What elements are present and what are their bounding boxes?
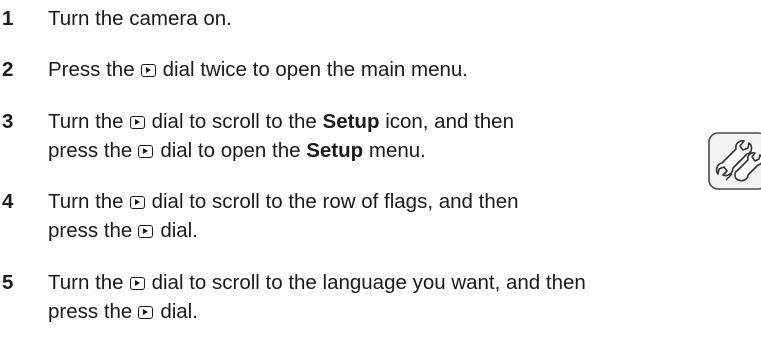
step-text-line-2: press the dial to open the Setup menu.: [0, 136, 514, 165]
step-number: 3: [2, 110, 14, 133]
step-text-line-2: press the dial.: [0, 297, 586, 326]
step-4: 4 Turn the dial to scroll to the row of f…: [0, 187, 519, 245]
step-2: 2 Press the dial twice to open the main m…: [0, 55, 468, 84]
step-1: 1 Turn the camera on.: [0, 4, 232, 33]
playback-dial-icon: [129, 116, 145, 129]
text-segment: dial twice to open the main menu.: [162, 58, 469, 81]
text-segment: dial to open the: [160, 139, 301, 162]
playback-dial-icon: [129, 277, 145, 290]
step-5: 5 Turn the dial to scroll to the language…: [0, 268, 586, 326]
playback-dial-icon: [138, 306, 154, 319]
step-text-line-2: press the dial.: [0, 216, 519, 245]
text-segment: Turn the: [48, 271, 124, 294]
text-segment: press the: [48, 300, 133, 323]
playback-dial-icon: [129, 196, 145, 209]
text-segment: Turn the: [48, 110, 124, 133]
text-segment: press the: [48, 139, 133, 162]
setup-label: Setup: [306, 139, 364, 162]
step-text-content: Turn the camera on.: [48, 7, 232, 30]
text-segment: menu.: [368, 139, 426, 162]
text-segment: dial to scroll to the row of flags, and …: [151, 190, 519, 213]
text-segment: icon, and then: [385, 110, 514, 133]
step-text-line-1: Turn the dial to scroll to the row of fla…: [0, 187, 519, 216]
text-segment: dial.: [160, 300, 198, 323]
playback-dial-icon: [138, 225, 154, 238]
setup-label: Setup: [322, 110, 380, 133]
step-text-line-1: Turn the dial to scroll to the language y…: [0, 268, 586, 297]
text-segment: Press the: [48, 58, 135, 81]
text-segment: Turn the: [48, 190, 124, 213]
step-number: 5: [2, 271, 14, 294]
step-text: Turn the camera on.: [0, 4, 232, 33]
text-segment: dial.: [160, 219, 198, 242]
step-text-line-1: Turn the dial to scroll to the Setup icon…: [0, 107, 514, 136]
text-segment: dial to scroll to the: [151, 110, 317, 133]
step-number: 1: [2, 7, 14, 30]
text-segment: dial to scroll to the language you want,…: [151, 271, 586, 294]
playback-dial-icon: [140, 64, 156, 77]
step-text: Press the dial twice to open the main men…: [0, 55, 468, 84]
step-number: 4: [2, 190, 14, 213]
step-number: 2: [2, 58, 14, 81]
playback-dial-icon: [138, 145, 154, 158]
setup-wrench-icon: [708, 132, 761, 190]
step-3: 3 Turn the dial to scroll to the Setup ic…: [0, 107, 514, 165]
text-segment: press the: [48, 219, 133, 242]
